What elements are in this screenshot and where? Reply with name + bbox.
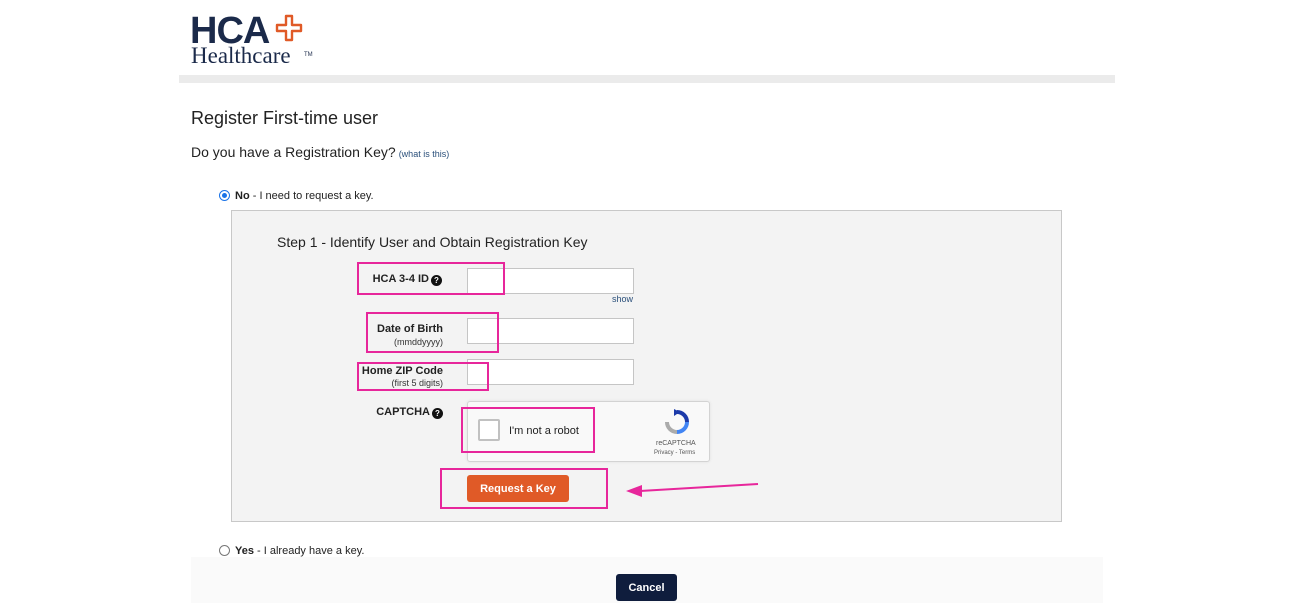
cancel-button[interactable]: Cancel (616, 574, 677, 601)
registration-question: Do you have a Registration Key? (what is … (191, 144, 449, 160)
logo-trademark: TM (304, 52, 313, 58)
what-is-this-link[interactable]: (what is this) (399, 149, 450, 159)
logo-healthcare-text: Healthcare (191, 43, 291, 68)
radio-yes[interactable] (219, 545, 230, 556)
option-no-text: - I need to request a key. (249, 190, 374, 202)
option-yes-label[interactable]: Yes - I already have a key. (235, 545, 364, 557)
captcha-label: CAPTCHA? (350, 406, 443, 419)
step1-title: Step 1 - Identify User and Obtain Regist… (277, 234, 588, 250)
highlight-dob (366, 312, 499, 353)
logo-cross-icon (275, 14, 303, 42)
radio-no[interactable] (219, 190, 230, 201)
highlight-captcha (461, 407, 595, 453)
captcha-label-text: CAPTCHA (376, 406, 430, 418)
help-icon[interactable]: ? (432, 408, 443, 419)
question-text: Do you have a Registration Key? (191, 144, 396, 160)
highlight-request-button (440, 468, 608, 509)
highlight-hca-id (357, 262, 505, 295)
recaptcha-logo-icon (665, 409, 689, 434)
zip-input[interactable] (467, 359, 634, 385)
page-title: Register First-time user (191, 108, 379, 128)
annotation-arrow-icon (626, 483, 759, 497)
option-yes-text: - I already have a key. (253, 545, 365, 557)
option-no-bold: No (235, 190, 250, 202)
recaptcha-links[interactable]: Privacy - Terms (654, 450, 695, 456)
option-no-label[interactable]: No - I need to request a key. (235, 190, 374, 202)
highlight-zip (357, 362, 489, 391)
recaptcha-brand: reCAPTCHA (656, 440, 696, 447)
header-divider (179, 75, 1115, 83)
option-yes-bold: Yes (235, 545, 254, 557)
show-link[interactable]: show (612, 294, 633, 304)
